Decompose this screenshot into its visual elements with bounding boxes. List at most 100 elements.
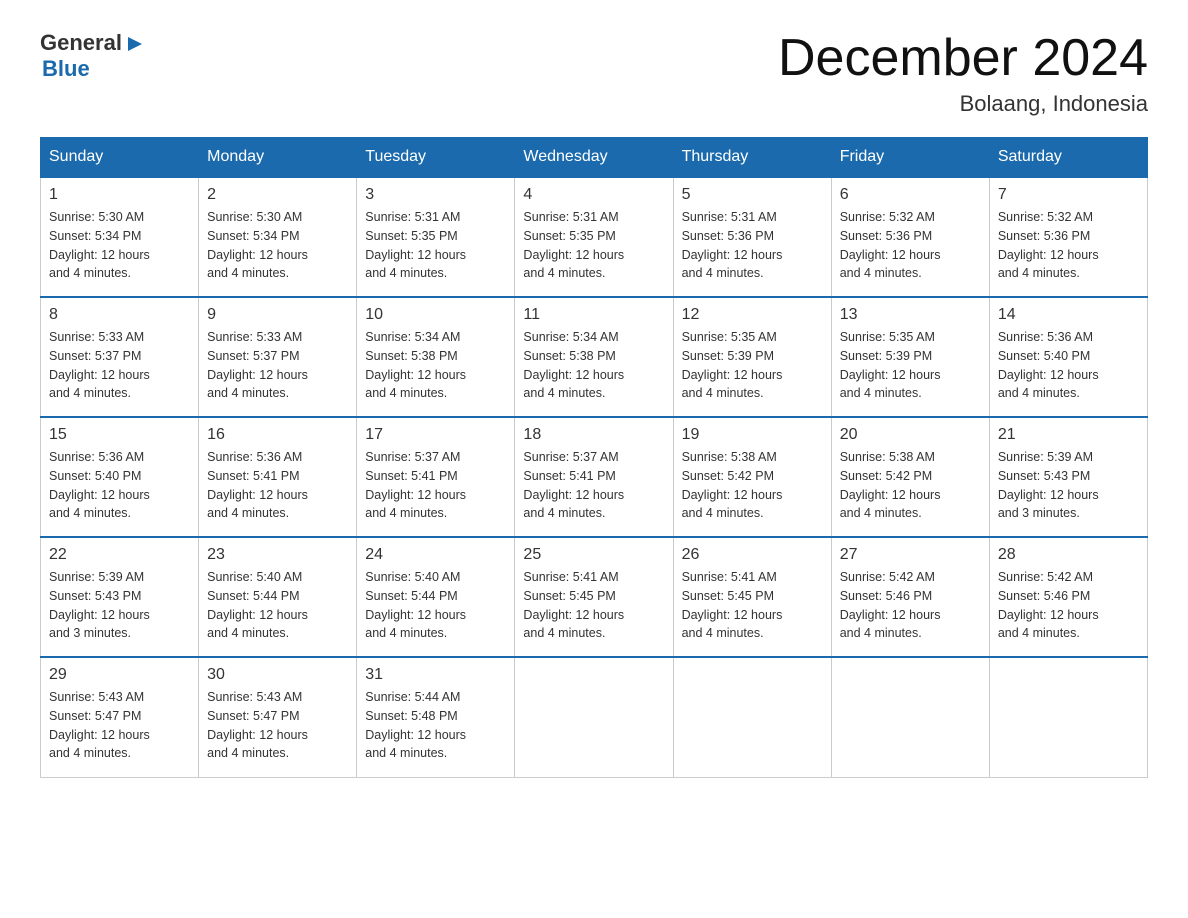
calendar-cell: 14 Sunrise: 5:36 AM Sunset: 5:40 PM Dayl… <box>989 297 1147 417</box>
calendar-cell: 30 Sunrise: 5:43 AM Sunset: 5:47 PM Dayl… <box>199 657 357 777</box>
day-number: 19 <box>682 426 823 444</box>
day-info: Sunrise: 5:32 AM Sunset: 5:36 PM Dayligh… <box>998 208 1139 283</box>
day-number: 20 <box>840 426 981 444</box>
day-number: 3 <box>365 186 506 204</box>
day-number: 1 <box>49 186 190 204</box>
day-info: Sunrise: 5:42 AM Sunset: 5:46 PM Dayligh… <box>998 568 1139 643</box>
day-info: Sunrise: 5:39 AM Sunset: 5:43 PM Dayligh… <box>49 568 190 643</box>
day-number: 25 <box>523 546 664 564</box>
calendar-cell: 8 Sunrise: 5:33 AM Sunset: 5:37 PM Dayli… <box>41 297 199 417</box>
day-info: Sunrise: 5:40 AM Sunset: 5:44 PM Dayligh… <box>365 568 506 643</box>
calendar-cell: 9 Sunrise: 5:33 AM Sunset: 5:37 PM Dayli… <box>199 297 357 417</box>
day-info: Sunrise: 5:44 AM Sunset: 5:48 PM Dayligh… <box>365 688 506 763</box>
day-info: Sunrise: 5:31 AM Sunset: 5:36 PM Dayligh… <box>682 208 823 283</box>
day-number: 12 <box>682 306 823 324</box>
day-info: Sunrise: 5:38 AM Sunset: 5:42 PM Dayligh… <box>682 448 823 523</box>
day-info: Sunrise: 5:31 AM Sunset: 5:35 PM Dayligh… <box>523 208 664 283</box>
day-number: 18 <box>523 426 664 444</box>
calendar-cell <box>673 657 831 777</box>
day-info: Sunrise: 5:43 AM Sunset: 5:47 PM Dayligh… <box>207 688 348 763</box>
day-info: Sunrise: 5:43 AM Sunset: 5:47 PM Dayligh… <box>49 688 190 763</box>
calendar-cell: 11 Sunrise: 5:34 AM Sunset: 5:38 PM Dayl… <box>515 297 673 417</box>
day-info: Sunrise: 5:30 AM Sunset: 5:34 PM Dayligh… <box>49 208 190 283</box>
day-number: 11 <box>523 306 664 324</box>
day-header-sunday: Sunday <box>41 138 199 178</box>
day-number: 31 <box>365 666 506 684</box>
logo: General Blue <box>40 30 146 82</box>
day-number: 5 <box>682 186 823 204</box>
day-number: 26 <box>682 546 823 564</box>
calendar-cell: 21 Sunrise: 5:39 AM Sunset: 5:43 PM Dayl… <box>989 417 1147 537</box>
calendar-cell: 6 Sunrise: 5:32 AM Sunset: 5:36 PM Dayli… <box>831 177 989 297</box>
day-info: Sunrise: 5:33 AM Sunset: 5:37 PM Dayligh… <box>207 328 348 403</box>
calendar-cell: 5 Sunrise: 5:31 AM Sunset: 5:36 PM Dayli… <box>673 177 831 297</box>
logo-text-general: General <box>40 30 122 56</box>
day-number: 2 <box>207 186 348 204</box>
calendar-cell: 31 Sunrise: 5:44 AM Sunset: 5:48 PM Dayl… <box>357 657 515 777</box>
day-number: 15 <box>49 426 190 444</box>
calendar-cell: 15 Sunrise: 5:36 AM Sunset: 5:40 PM Dayl… <box>41 417 199 537</box>
day-number: 27 <box>840 546 981 564</box>
page-header: General Blue December 2024 Bolaang, Indo… <box>40 30 1148 117</box>
day-header-monday: Monday <box>199 138 357 178</box>
week-row-4: 22 Sunrise: 5:39 AM Sunset: 5:43 PM Dayl… <box>41 537 1148 657</box>
calendar-cell: 18 Sunrise: 5:37 AM Sunset: 5:41 PM Dayl… <box>515 417 673 537</box>
day-number: 4 <box>523 186 664 204</box>
calendar-cell: 13 Sunrise: 5:35 AM Sunset: 5:39 PM Dayl… <box>831 297 989 417</box>
week-row-1: 1 Sunrise: 5:30 AM Sunset: 5:34 PM Dayli… <box>41 177 1148 297</box>
week-row-2: 8 Sunrise: 5:33 AM Sunset: 5:37 PM Dayli… <box>41 297 1148 417</box>
day-info: Sunrise: 5:33 AM Sunset: 5:37 PM Dayligh… <box>49 328 190 403</box>
calendar-cell: 22 Sunrise: 5:39 AM Sunset: 5:43 PM Dayl… <box>41 537 199 657</box>
day-number: 7 <box>998 186 1139 204</box>
day-header-wednesday: Wednesday <box>515 138 673 178</box>
week-row-5: 29 Sunrise: 5:43 AM Sunset: 5:47 PM Dayl… <box>41 657 1148 777</box>
calendar-cell <box>515 657 673 777</box>
day-number: 6 <box>840 186 981 204</box>
day-info: Sunrise: 5:36 AM Sunset: 5:40 PM Dayligh… <box>49 448 190 523</box>
day-number: 9 <box>207 306 348 324</box>
day-number: 28 <box>998 546 1139 564</box>
day-number: 24 <box>365 546 506 564</box>
day-number: 23 <box>207 546 348 564</box>
week-row-3: 15 Sunrise: 5:36 AM Sunset: 5:40 PM Dayl… <box>41 417 1148 537</box>
calendar-table: SundayMondayTuesdayWednesdayThursdayFrid… <box>40 137 1148 778</box>
day-info: Sunrise: 5:34 AM Sunset: 5:38 PM Dayligh… <box>365 328 506 403</box>
day-info: Sunrise: 5:42 AM Sunset: 5:46 PM Dayligh… <box>840 568 981 643</box>
day-info: Sunrise: 5:31 AM Sunset: 5:35 PM Dayligh… <box>365 208 506 283</box>
calendar-cell: 25 Sunrise: 5:41 AM Sunset: 5:45 PM Dayl… <box>515 537 673 657</box>
day-info: Sunrise: 5:34 AM Sunset: 5:38 PM Dayligh… <box>523 328 664 403</box>
day-info: Sunrise: 5:36 AM Sunset: 5:40 PM Dayligh… <box>998 328 1139 403</box>
calendar-cell: 29 Sunrise: 5:43 AM Sunset: 5:47 PM Dayl… <box>41 657 199 777</box>
calendar-cell: 2 Sunrise: 5:30 AM Sunset: 5:34 PM Dayli… <box>199 177 357 297</box>
calendar-cell: 24 Sunrise: 5:40 AM Sunset: 5:44 PM Dayl… <box>357 537 515 657</box>
day-header-saturday: Saturday <box>989 138 1147 178</box>
day-info: Sunrise: 5:37 AM Sunset: 5:41 PM Dayligh… <box>365 448 506 523</box>
calendar-cell: 4 Sunrise: 5:31 AM Sunset: 5:35 PM Dayli… <box>515 177 673 297</box>
day-number: 29 <box>49 666 190 684</box>
title-section: December 2024 Bolaang, Indonesia <box>778 30 1148 117</box>
day-info: Sunrise: 5:40 AM Sunset: 5:44 PM Dayligh… <box>207 568 348 643</box>
calendar-cell: 19 Sunrise: 5:38 AM Sunset: 5:42 PM Dayl… <box>673 417 831 537</box>
calendar-cell <box>989 657 1147 777</box>
calendar-cell: 23 Sunrise: 5:40 AM Sunset: 5:44 PM Dayl… <box>199 537 357 657</box>
day-number: 17 <box>365 426 506 444</box>
calendar-cell: 10 Sunrise: 5:34 AM Sunset: 5:38 PM Dayl… <box>357 297 515 417</box>
calendar-cell: 3 Sunrise: 5:31 AM Sunset: 5:35 PM Dayli… <box>357 177 515 297</box>
day-header-thursday: Thursday <box>673 138 831 178</box>
day-info: Sunrise: 5:41 AM Sunset: 5:45 PM Dayligh… <box>523 568 664 643</box>
day-info: Sunrise: 5:30 AM Sunset: 5:34 PM Dayligh… <box>207 208 348 283</box>
calendar-cell: 28 Sunrise: 5:42 AM Sunset: 5:46 PM Dayl… <box>989 537 1147 657</box>
calendar-cell: 7 Sunrise: 5:32 AM Sunset: 5:36 PM Dayli… <box>989 177 1147 297</box>
day-number: 30 <box>207 666 348 684</box>
day-header-tuesday: Tuesday <box>357 138 515 178</box>
day-info: Sunrise: 5:37 AM Sunset: 5:41 PM Dayligh… <box>523 448 664 523</box>
day-number: 21 <box>998 426 1139 444</box>
day-number: 13 <box>840 306 981 324</box>
day-info: Sunrise: 5:39 AM Sunset: 5:43 PM Dayligh… <box>998 448 1139 523</box>
day-info: Sunrise: 5:32 AM Sunset: 5:36 PM Dayligh… <box>840 208 981 283</box>
calendar-title: December 2024 <box>778 30 1148 87</box>
day-number: 10 <box>365 306 506 324</box>
day-info: Sunrise: 5:35 AM Sunset: 5:39 PM Dayligh… <box>840 328 981 403</box>
day-number: 8 <box>49 306 190 324</box>
day-info: Sunrise: 5:38 AM Sunset: 5:42 PM Dayligh… <box>840 448 981 523</box>
